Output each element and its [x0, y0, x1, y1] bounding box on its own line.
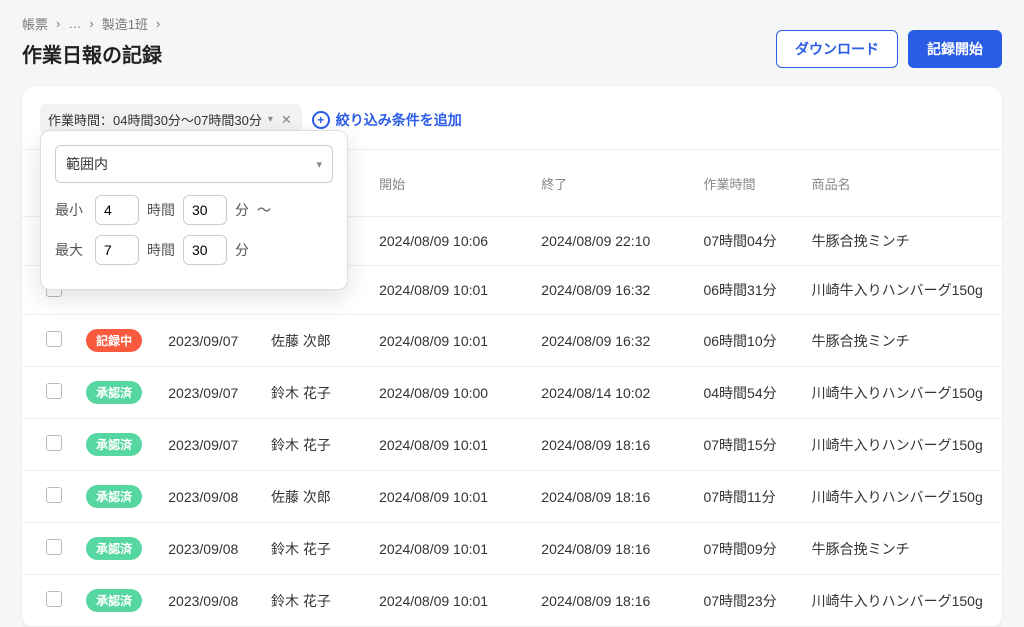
- chevron-down-icon: ▾: [268, 114, 273, 125]
- breadcrumb-group[interactable]: 製造1班: [102, 14, 148, 33]
- status-badge: 承認済: [86, 589, 142, 612]
- breadcrumb-root[interactable]: 帳票: [22, 14, 48, 33]
- cell-start: 2024/08/09 10:01: [369, 523, 531, 575]
- hour-unit: 時間: [147, 240, 175, 260]
- cell-end: 2024/08/09 18:16: [531, 419, 693, 471]
- cell-date: 2023/09/08: [158, 471, 261, 523]
- cell-date: 2023/09/08: [158, 523, 261, 575]
- cell-end: 2024/08/09 18:16: [531, 471, 693, 523]
- row-checkbox[interactable]: [46, 331, 62, 347]
- status-badge: 承認済: [86, 433, 142, 456]
- row-checkbox[interactable]: [46, 487, 62, 503]
- close-icon[interactable]: ✕: [279, 112, 294, 128]
- range-mode-select[interactable]: 範囲内 ▾: [55, 145, 333, 183]
- chevron-right-icon: ›: [89, 16, 93, 31]
- table-row[interactable]: 承認済 2023/09/07鈴木 花子2024/08/09 10:002024/0…: [22, 367, 1002, 419]
- cell-end: 2024/08/14 10:02: [531, 367, 693, 419]
- cell-duration: 07時間04分: [693, 217, 801, 266]
- cell-start: 2024/08/09 10:01: [369, 575, 531, 627]
- chevron-right-icon: ›: [56, 16, 60, 31]
- breadcrumb: 帳票 › … › 製造1班 ›: [22, 14, 162, 33]
- min-hour-input[interactable]: [95, 195, 139, 225]
- plus-icon: +: [312, 111, 330, 129]
- table-row[interactable]: 記録中 2023/09/07佐藤 次郎2024/08/09 10:012024/0…: [22, 315, 1002, 367]
- cell-duration: 07時間15分: [693, 419, 801, 471]
- status-badge: 承認済: [86, 537, 142, 560]
- table-row[interactable]: 承認済 2023/09/08鈴木 花子2024/08/09 10:012024/0…: [22, 575, 1002, 627]
- row-checkbox[interactable]: [46, 539, 62, 555]
- cell-user: 鈴木 花子: [261, 367, 369, 419]
- cell-product: 川崎牛入りハンバーグ150g: [802, 575, 1002, 627]
- cell-duration: 07時間09分: [693, 523, 801, 575]
- max-minute-input[interactable]: [183, 235, 227, 265]
- cell-start: 2024/08/09 10:01: [369, 266, 531, 315]
- table-row[interactable]: 承認済 2023/09/08鈴木 花子2024/08/09 10:012024/0…: [22, 523, 1002, 575]
- chevron-down-icon: ▾: [316, 158, 322, 171]
- cell-start: 2024/08/09 10:00: [369, 367, 531, 419]
- status-badge: 記録中: [86, 329, 142, 352]
- cell-start: 2024/08/09 10:01: [369, 471, 531, 523]
- cell-product: 牛豚合挽ミンチ: [802, 315, 1002, 367]
- cell-user: 鈴木 花子: [261, 419, 369, 471]
- cell-start: 2024/08/09 10:01: [369, 419, 531, 471]
- duration-filter-popover: 範囲内 ▾ 最小 時間 分 〜 最大 時間 分: [40, 130, 348, 290]
- cell-product: 川崎牛入りハンバーグ150g: [802, 367, 1002, 419]
- cell-duration: 07時間11分: [693, 471, 801, 523]
- range-mode-value: 範囲内: [66, 154, 108, 174]
- cell-duration: 07時間23分: [693, 575, 801, 627]
- cell-user: 鈴木 花子: [261, 575, 369, 627]
- row-checkbox[interactable]: [46, 383, 62, 399]
- add-filter-label: 絞り込み条件を追加: [336, 110, 462, 130]
- cell-start: 2024/08/09 10:06: [369, 217, 531, 266]
- cell-duration: 06時間31分: [693, 266, 801, 315]
- status-badge: 承認済: [86, 485, 142, 508]
- min-minute-input[interactable]: [183, 195, 227, 225]
- cell-duration: 04時間54分: [693, 367, 801, 419]
- cell-end: 2024/08/09 18:16: [531, 575, 693, 627]
- status-badge: 承認済: [86, 381, 142, 404]
- cell-date: 2023/09/07: [158, 367, 261, 419]
- cell-date: 2023/09/07: [158, 419, 261, 471]
- col-end[interactable]: 終了: [531, 150, 693, 217]
- cell-start: 2024/08/09 10:01: [369, 315, 531, 367]
- cell-product: 川崎牛入りハンバーグ150g: [802, 419, 1002, 471]
- cell-end: 2024/08/09 18:16: [531, 523, 693, 575]
- cell-user: 佐藤 次郎: [261, 471, 369, 523]
- cell-end: 2024/08/09 16:32: [531, 266, 693, 315]
- add-filter-button[interactable]: + 絞り込み条件を追加: [312, 110, 462, 130]
- col-duration[interactable]: 作業時間: [693, 150, 801, 217]
- start-record-button[interactable]: 記録開始: [908, 30, 1002, 68]
- cell-user: 佐藤 次郎: [261, 315, 369, 367]
- hour-unit: 時間: [147, 200, 175, 220]
- min-label: 最小: [55, 200, 87, 220]
- download-button[interactable]: ダウンロード: [776, 30, 898, 68]
- col-start[interactable]: 開始: [369, 150, 531, 217]
- table-row[interactable]: 承認済 2023/09/07鈴木 花子2024/08/09 10:012024/0…: [22, 419, 1002, 471]
- cell-date: 2023/09/07: [158, 315, 261, 367]
- row-checkbox[interactable]: [46, 435, 62, 451]
- breadcrumb-ellipsis[interactable]: …: [68, 16, 81, 31]
- cell-product: 川崎牛入りハンバーグ150g: [802, 471, 1002, 523]
- cell-product: 牛豚合挽ミンチ: [802, 523, 1002, 575]
- cell-user: 鈴木 花子: [261, 523, 369, 575]
- cell-end: 2024/08/09 22:10: [531, 217, 693, 266]
- cell-date: 2023/09/08: [158, 575, 261, 627]
- minute-unit: 分: [235, 240, 249, 260]
- range-separator: 〜: [257, 200, 271, 220]
- cell-duration: 06時間10分: [693, 315, 801, 367]
- table-row[interactable]: 承認済 2023/09/08佐藤 次郎2024/08/09 10:012024/0…: [22, 471, 1002, 523]
- filter-chip-label: 作業時間：04時間30分〜07時間30分: [48, 110, 262, 129]
- minute-unit: 分: [235, 200, 249, 220]
- cell-product: 川崎牛入りハンバーグ150g: [802, 266, 1002, 315]
- cell-end: 2024/08/09 16:32: [531, 315, 693, 367]
- chevron-right-icon: ›: [156, 16, 160, 31]
- max-hour-input[interactable]: [95, 235, 139, 265]
- row-checkbox[interactable]: [46, 591, 62, 607]
- max-label: 最大: [55, 240, 87, 260]
- col-product[interactable]: 商品名: [802, 150, 1002, 217]
- cell-product: 牛豚合挽ミンチ: [802, 217, 1002, 266]
- page-title: 作業日報の記録: [22, 39, 162, 68]
